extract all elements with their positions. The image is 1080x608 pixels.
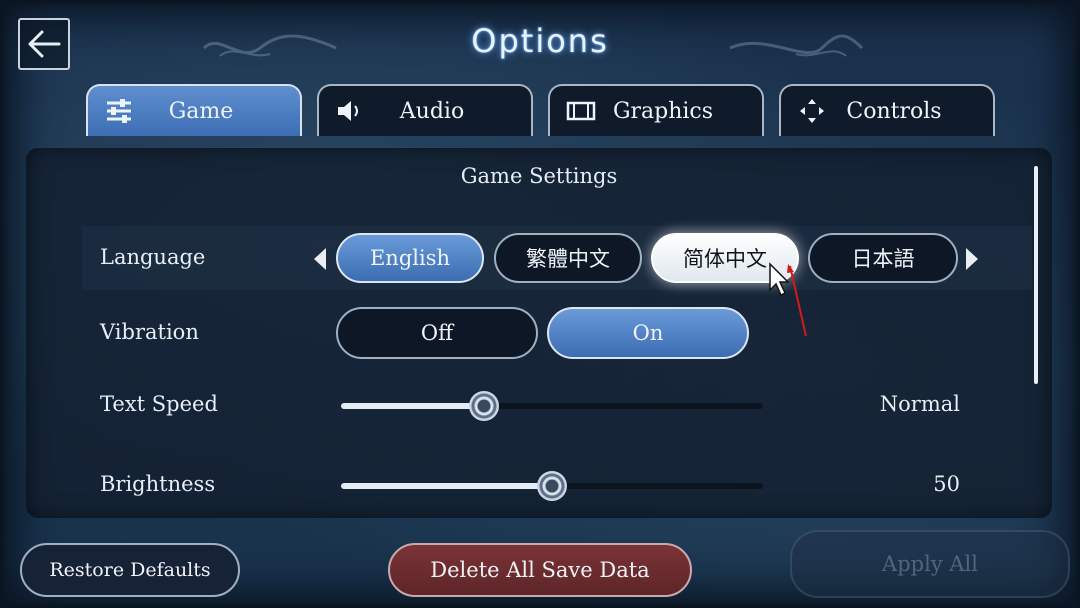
brightness-slider-thumb[interactable]	[537, 471, 567, 501]
apply-all-button[interactable]: Apply All	[790, 530, 1070, 598]
language-next-arrow-icon[interactable]	[966, 248, 978, 270]
vibration-on-button[interactable]: On	[547, 307, 749, 359]
panel-title: Game Settings	[460, 164, 618, 188]
tab-game[interactable]: Game	[86, 84, 302, 136]
page-title: Options	[471, 22, 609, 60]
panel-scrollbar[interactable]	[1034, 166, 1038, 384]
move-arrows-icon	[789, 97, 835, 125]
tab-controls-label: Controls	[846, 98, 942, 124]
tab-audio-label: Audio	[399, 98, 465, 124]
mouse-pointer-icon	[769, 262, 807, 337]
speaker-icon	[327, 99, 373, 123]
tab-graphics[interactable]: Graphics	[548, 84, 764, 136]
language-prev-arrow-icon[interactable]	[314, 248, 326, 270]
sliders-icon	[96, 99, 142, 123]
text-speed-value: Normal	[879, 392, 960, 416]
text-speed-slider-fill	[341, 403, 485, 409]
language-option-traditional-chinese[interactable]: 繁體中文	[494, 233, 642, 283]
vibration-off-button[interactable]: Off	[336, 307, 538, 359]
display-icon	[558, 100, 604, 122]
text-speed-label: Text Speed	[100, 392, 218, 416]
tab-game-label: Game	[168, 98, 234, 124]
tab-bar: Game Audio Graphics Controls	[86, 84, 995, 136]
language-label: Language	[100, 245, 206, 269]
delete-all-save-data-button[interactable]: Delete All Save Data	[388, 543, 692, 597]
language-option-english[interactable]: English	[336, 233, 484, 283]
tab-controls[interactable]: Controls	[779, 84, 995, 136]
tab-audio[interactable]: Audio	[317, 84, 533, 136]
brightness-label: Brightness	[100, 472, 216, 496]
language-option-japanese[interactable]: 日本語	[808, 233, 958, 283]
brightness-slider-fill	[341, 483, 552, 489]
vibration-label: Vibration	[100, 320, 199, 344]
text-speed-slider-track[interactable]	[341, 403, 763, 409]
brightness-value: 50	[933, 472, 960, 496]
tab-graphics-label: Graphics	[612, 98, 714, 124]
restore-defaults-button[interactable]: Restore Defaults	[20, 543, 240, 597]
